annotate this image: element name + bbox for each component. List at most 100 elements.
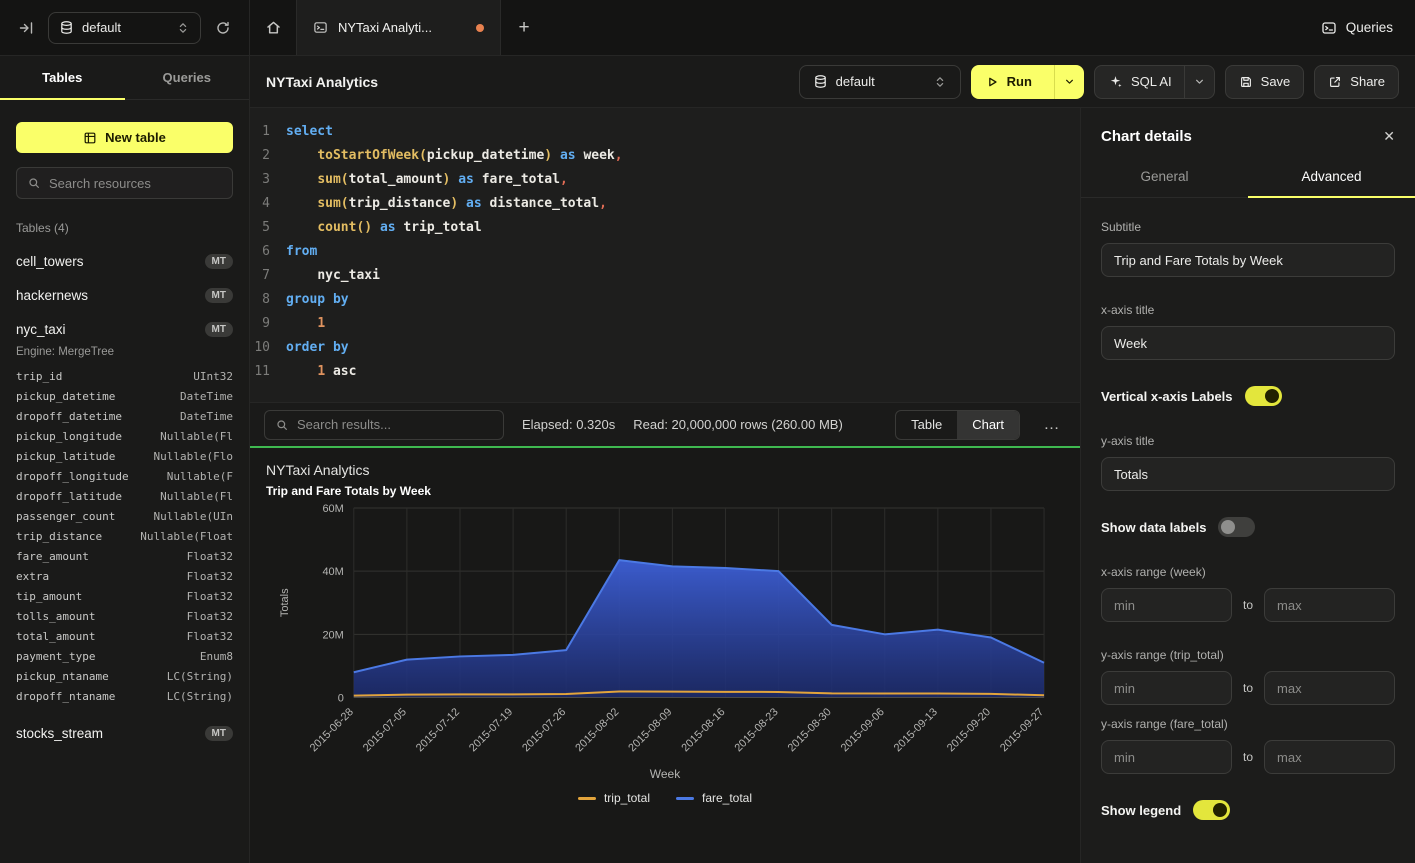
sidebar-tabs: Tables Queries [0,56,249,100]
area-chart: 020M40M60M2015-06-282015-07-052015-07-12… [266,500,1064,767]
chevron-down-icon [1193,75,1206,88]
queries-button[interactable]: Queries [1321,20,1393,36]
column-row[interactable]: dropoff_longitudeNullable(F [16,467,233,487]
column-row[interactable]: payment_typeEnum8 [16,647,233,667]
to-label: to [1243,681,1253,695]
table-item-stocks-stream[interactable]: stocks_stream MT [16,726,233,741]
column-row[interactable]: pickup_longitudeNullable(Fl [16,427,233,447]
query-title: NYTaxi Analytics [266,74,378,90]
xaxis-range-min-input[interactable] [1101,588,1232,622]
new-table-button[interactable]: New table [16,122,233,153]
column-row[interactable]: passenger_countNullable(UIn [16,507,233,527]
legend-item[interactable]: trip_total [578,791,650,805]
svg-text:2015-07-12: 2015-07-12 [414,706,462,754]
column-row[interactable]: pickup_ntanameLC(String) [16,667,233,687]
home-button[interactable] [250,0,296,55]
yaxis-title-input[interactable] [1101,457,1395,491]
code-text: 1 asc [286,360,356,384]
results-search-input[interactable] [297,417,493,432]
vertical-xaxis-labels-toggle[interactable] [1245,386,1282,406]
new-tab-button[interactable]: + [501,0,547,55]
table-item-hackernews[interactable]: hackernews MT [16,288,233,303]
run-button[interactable]: Run [971,65,1046,99]
line-number: 7 [250,264,286,288]
sql-editor[interactable]: 1select2 toStartOfWeek(pickup_datetime) … [250,108,1080,402]
column-row[interactable]: trip_distanceNullable(Float [16,527,233,547]
column-row[interactable]: pickup_datetimeDateTime [16,387,233,407]
legend-label: trip_total [604,791,650,805]
table-item-nyc-taxi[interactable]: nyc_taxi MT [16,322,233,337]
sql-ai-button[interactable]: SQL AI [1094,65,1215,99]
database-selector[interactable]: default [48,12,201,44]
vertical-xaxis-labels-label: Vertical x-axis Labels [1101,389,1233,404]
show-legend-label: Show legend [1101,803,1181,818]
tab-advanced[interactable]: Advanced [1248,159,1415,197]
query-tab[interactable]: NYTaxi Analyti... [296,0,501,55]
tab-general[interactable]: General [1081,159,1248,197]
updown-chevron-icon [176,21,190,35]
subtitle-input[interactable] [1101,243,1395,277]
xaxis-range-max-input[interactable] [1264,588,1395,622]
x-axis-title: Week [266,767,1064,781]
code-line: 7 nyc_taxi [250,264,1080,288]
yaxis-range-trip-min-input[interactable] [1101,671,1232,705]
column-row[interactable]: total_amountFloat32 [16,627,233,647]
elapsed-time: Elapsed: 0.320s [522,417,615,432]
view-chart-button[interactable]: Chart [957,411,1019,439]
sidebar-tab-queries[interactable]: Queries [125,56,250,99]
code-text: 1 [286,312,325,336]
column-list: trip_idUInt32pickup_datetimeDateTimedrop… [16,367,233,707]
sidebar-tab-tables[interactable]: Tables [0,56,125,99]
results-toolbar: Elapsed: 0.320s Read: 20,000,000 rows (2… [250,402,1080,446]
query-database-selector[interactable]: default [799,65,961,99]
table-item-cell-towers[interactable]: cell_towers MT [16,254,233,269]
view-table-button[interactable]: Table [896,411,957,439]
xaxis-range-label: x-axis range (week) [1101,565,1395,579]
save-button[interactable]: Save [1225,65,1305,99]
main-panel: 1select2 toStartOfWeek(pickup_datetime) … [250,108,1080,863]
collapse-sidebar-button[interactable] [12,14,40,42]
column-type: Float32 [187,627,233,647]
column-row[interactable]: tip_amountFloat32 [16,587,233,607]
yaxis-range-fare-min-input[interactable] [1101,740,1232,774]
column-row[interactable]: dropoff_ntanameLC(String) [16,687,233,707]
code-text: nyc_taxi [286,264,380,288]
svg-text:2015-09-13: 2015-09-13 [892,706,940,754]
show-data-labels-label: Show data labels [1101,520,1206,535]
close-panel-button[interactable]: ✕ [1383,128,1395,145]
refresh-button[interactable] [209,14,237,42]
column-type: Nullable(Fl [160,487,233,507]
column-row[interactable]: pickup_latitude Nullable(Flo [16,447,233,467]
column-row[interactable]: fare_amountFloat32 [16,547,233,567]
engine-badge: MT [205,288,233,303]
column-row[interactable]: dropoff_datetimeDateTime [16,407,233,427]
column-type: Float32 [187,547,233,567]
show-legend-toggle[interactable] [1193,800,1230,820]
legend-swatch [676,797,694,800]
results-more-button[interactable]: … [1038,411,1066,439]
xaxis-title-input[interactable] [1101,326,1395,360]
show-data-labels-toggle[interactable] [1218,517,1255,537]
database-selector-value: default [82,20,121,35]
sidebar-search-input[interactable] [49,176,222,191]
legend-item[interactable]: fare_total [676,791,752,805]
column-row[interactable]: tolls_amountFloat32 [16,607,233,627]
panel-title: Chart details [1101,128,1192,145]
yaxis-range-fare-max-input[interactable] [1264,740,1395,774]
svg-text:2015-08-02: 2015-08-02 [573,706,621,754]
share-button[interactable]: Share [1314,65,1399,99]
yaxis-range-trip-max-input[interactable] [1264,671,1395,705]
sql-ai-options-button[interactable] [1184,66,1214,98]
column-type: Nullable(Flo [154,447,233,467]
column-row[interactable]: extraFloat32 [16,567,233,587]
svg-text:2015-07-05: 2015-07-05 [361,706,409,754]
run-options-button[interactable] [1054,65,1084,99]
column-name: pickup_latitude [16,447,115,467]
sidebar-body: New table Tables (4) cell_towers MT hack… [0,100,249,863]
column-row[interactable]: trip_idUInt32 [16,367,233,387]
subtitle-label: Subtitle [1101,220,1395,234]
chart-area: NYTaxi Analytics Trip and Fare Totals by… [250,448,1080,863]
share-label: Share [1350,74,1385,89]
svg-text:2015-08-23: 2015-08-23 [733,706,781,754]
column-row[interactable]: dropoff_latitudeNullable(Fl [16,487,233,507]
